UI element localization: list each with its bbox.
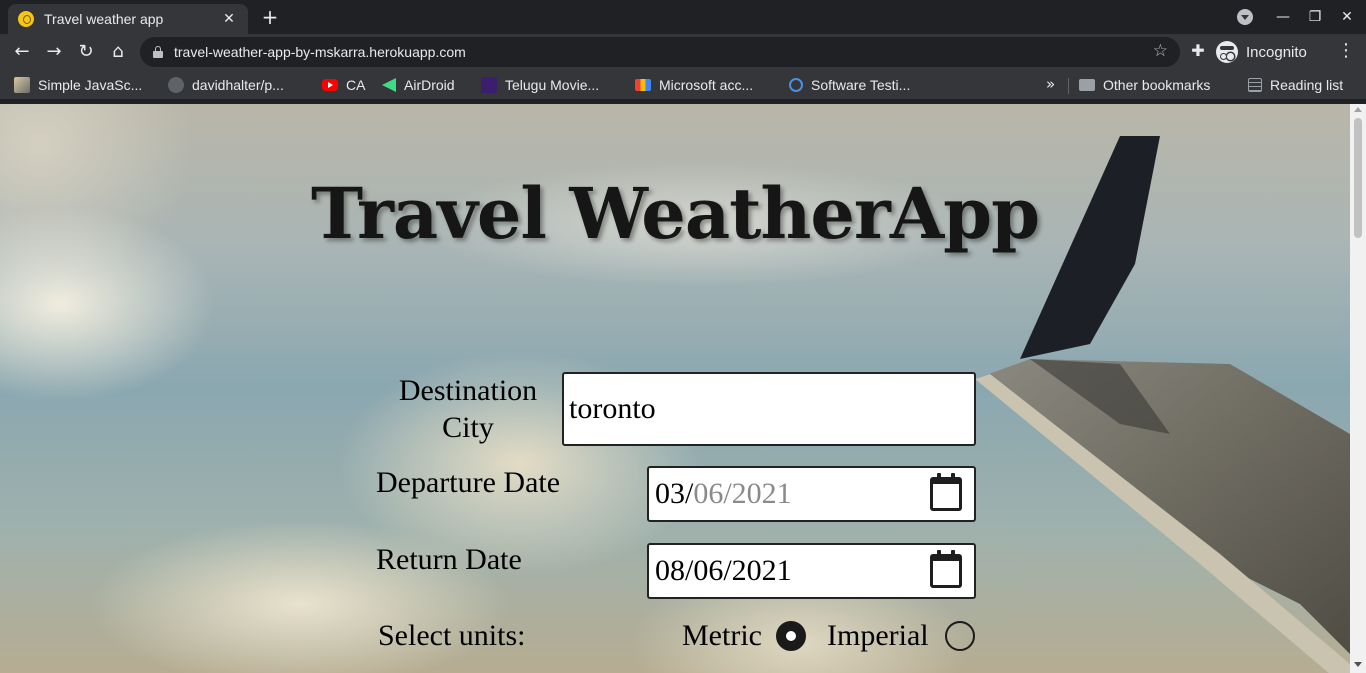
browser-menu-icon[interactable]: ⋮ xyxy=(1336,40,1356,62)
reading-list-label: Reading list xyxy=(1270,77,1344,93)
address-bar[interactable]: travel-weather-app-by-mskarra.herokuapp.… xyxy=(140,37,1180,67)
more-bookmarks-chevron-icon[interactable]: » xyxy=(1046,75,1055,93)
reading-list-icon xyxy=(1248,78,1262,92)
bookmark-label: Telugu Movie... xyxy=(505,77,600,93)
bookmark-star-icon[interactable]: ☆ xyxy=(1153,41,1168,61)
back-arrow-icon[interactable]: ← xyxy=(10,40,34,64)
departure-date-input[interactable]: 03/06/2021 xyxy=(647,466,976,522)
bookmark-item[interactable]: CA xyxy=(322,75,365,95)
incognito-icon xyxy=(1216,41,1238,63)
bookmark-item[interactable]: Telugu Movie... xyxy=(481,75,599,95)
scrollbar-thumb[interactable] xyxy=(1354,118,1362,238)
home-icon[interactable]: ⌂ xyxy=(106,40,130,64)
software-testing-icon xyxy=(789,78,803,92)
select-units-label: Select units: xyxy=(378,619,526,652)
page-title: Travel WeatherApp xyxy=(310,172,1040,255)
close-window-icon[interactable]: ✕ xyxy=(1336,6,1358,28)
reload-icon[interactable]: ↻ xyxy=(74,40,98,64)
scroll-up-arrow-icon[interactable] xyxy=(1354,107,1362,112)
destination-label-line2: City xyxy=(442,411,494,444)
metric-radio-label[interactable]: Metric xyxy=(682,619,762,653)
close-tab-icon[interactable]: ✕ xyxy=(220,11,238,27)
bookmarks-divider xyxy=(1068,78,1069,94)
forward-arrow-icon[interactable]: → xyxy=(42,40,66,64)
return-date-input[interactable]: 08/06/2021 xyxy=(647,543,976,599)
other-bookmarks-folder[interactable]: Other bookmarks xyxy=(1079,75,1210,95)
bookmark-item[interactable]: davidhalter/p... xyxy=(168,75,284,95)
incognito-profile-button[interactable]: Incognito xyxy=(1216,38,1307,66)
destination-city-input[interactable] xyxy=(562,372,976,446)
reading-list-button[interactable]: Reading list xyxy=(1248,75,1343,95)
scroll-down-arrow-icon[interactable] xyxy=(1354,662,1362,667)
return-date-label: Return Date xyxy=(376,543,522,576)
bookmark-label: davidhalter/p... xyxy=(192,77,284,93)
other-bookmarks-label: Other bookmarks xyxy=(1103,77,1211,93)
extensions-puzzle-icon[interactable]: ✚ xyxy=(1188,40,1208,62)
imperial-radio-label[interactable]: Imperial xyxy=(827,619,929,653)
departure-date-label: Departure Date xyxy=(376,466,561,499)
page-scrollbar[interactable] xyxy=(1350,104,1366,673)
departure-day-segment[interactable]: 03/ xyxy=(655,477,693,510)
new-tab-button[interactable]: + xyxy=(258,6,282,30)
bookmark-item[interactable]: Simple JavaSc... xyxy=(14,75,142,95)
bookmark-item[interactable]: AirDroid xyxy=(382,75,455,95)
destination-label-line1: Destination xyxy=(398,374,538,407)
youtube-icon xyxy=(322,79,338,91)
page-background: Travel WeatherApp Destination City Depar… xyxy=(0,104,1350,673)
tab-title: Travel weather app xyxy=(44,11,164,27)
tab-search-icon[interactable] xyxy=(1235,6,1255,28)
return-date-value[interactable]: 08/06/2021 xyxy=(655,554,792,587)
restore-window-icon[interactable]: ❐ xyxy=(1304,6,1326,28)
lock-icon[interactable] xyxy=(153,46,163,58)
bookmark-label: Software Testi... xyxy=(811,77,911,93)
browser-tab[interactable]: Travel weather app ✕ xyxy=(8,4,248,34)
bookmarks-bar: Simple JavaSc... davidhalter/p... CA Air… xyxy=(0,70,1366,100)
airdroid-icon xyxy=(382,78,396,92)
bookmark-label: Microsoft acc... xyxy=(659,77,754,93)
bookmark-label: CA xyxy=(346,77,366,93)
bookmark-label: Simple JavaSc... xyxy=(38,77,143,93)
bookmark-item[interactable]: Microsoft acc... xyxy=(635,75,753,95)
metric-radio-button[interactable] xyxy=(776,621,806,651)
destination-label: Destination City xyxy=(380,372,556,446)
github-icon xyxy=(168,77,184,93)
departure-month-year-segment[interactable]: 06/2021 xyxy=(693,477,791,510)
folder-icon xyxy=(1079,79,1095,91)
js-book-icon xyxy=(14,77,30,93)
bookmark-item[interactable]: Software Testi... xyxy=(789,75,910,95)
browser-toolbar: ← → ↻ ⌂ travel-weather-app-by-mskarra.he… xyxy=(0,34,1366,70)
minimize-window-icon[interactable]: — xyxy=(1272,6,1294,28)
url-text[interactable]: travel-weather-app-by-mskarra.herokuapp.… xyxy=(174,44,466,60)
site-favicon-icon xyxy=(18,11,34,27)
imperial-radio-button[interactable] xyxy=(945,621,975,651)
incognito-label: Incognito xyxy=(1246,43,1307,61)
gmail-icon xyxy=(635,79,651,91)
calendar-icon[interactable] xyxy=(930,550,962,588)
calendar-icon[interactable] xyxy=(930,473,962,511)
tab-strip: Travel weather app ✕ + — ❐ ✕ xyxy=(0,0,1366,34)
bookmark-label: AirDroid xyxy=(404,77,455,93)
telugu-movie-icon xyxy=(481,77,497,93)
